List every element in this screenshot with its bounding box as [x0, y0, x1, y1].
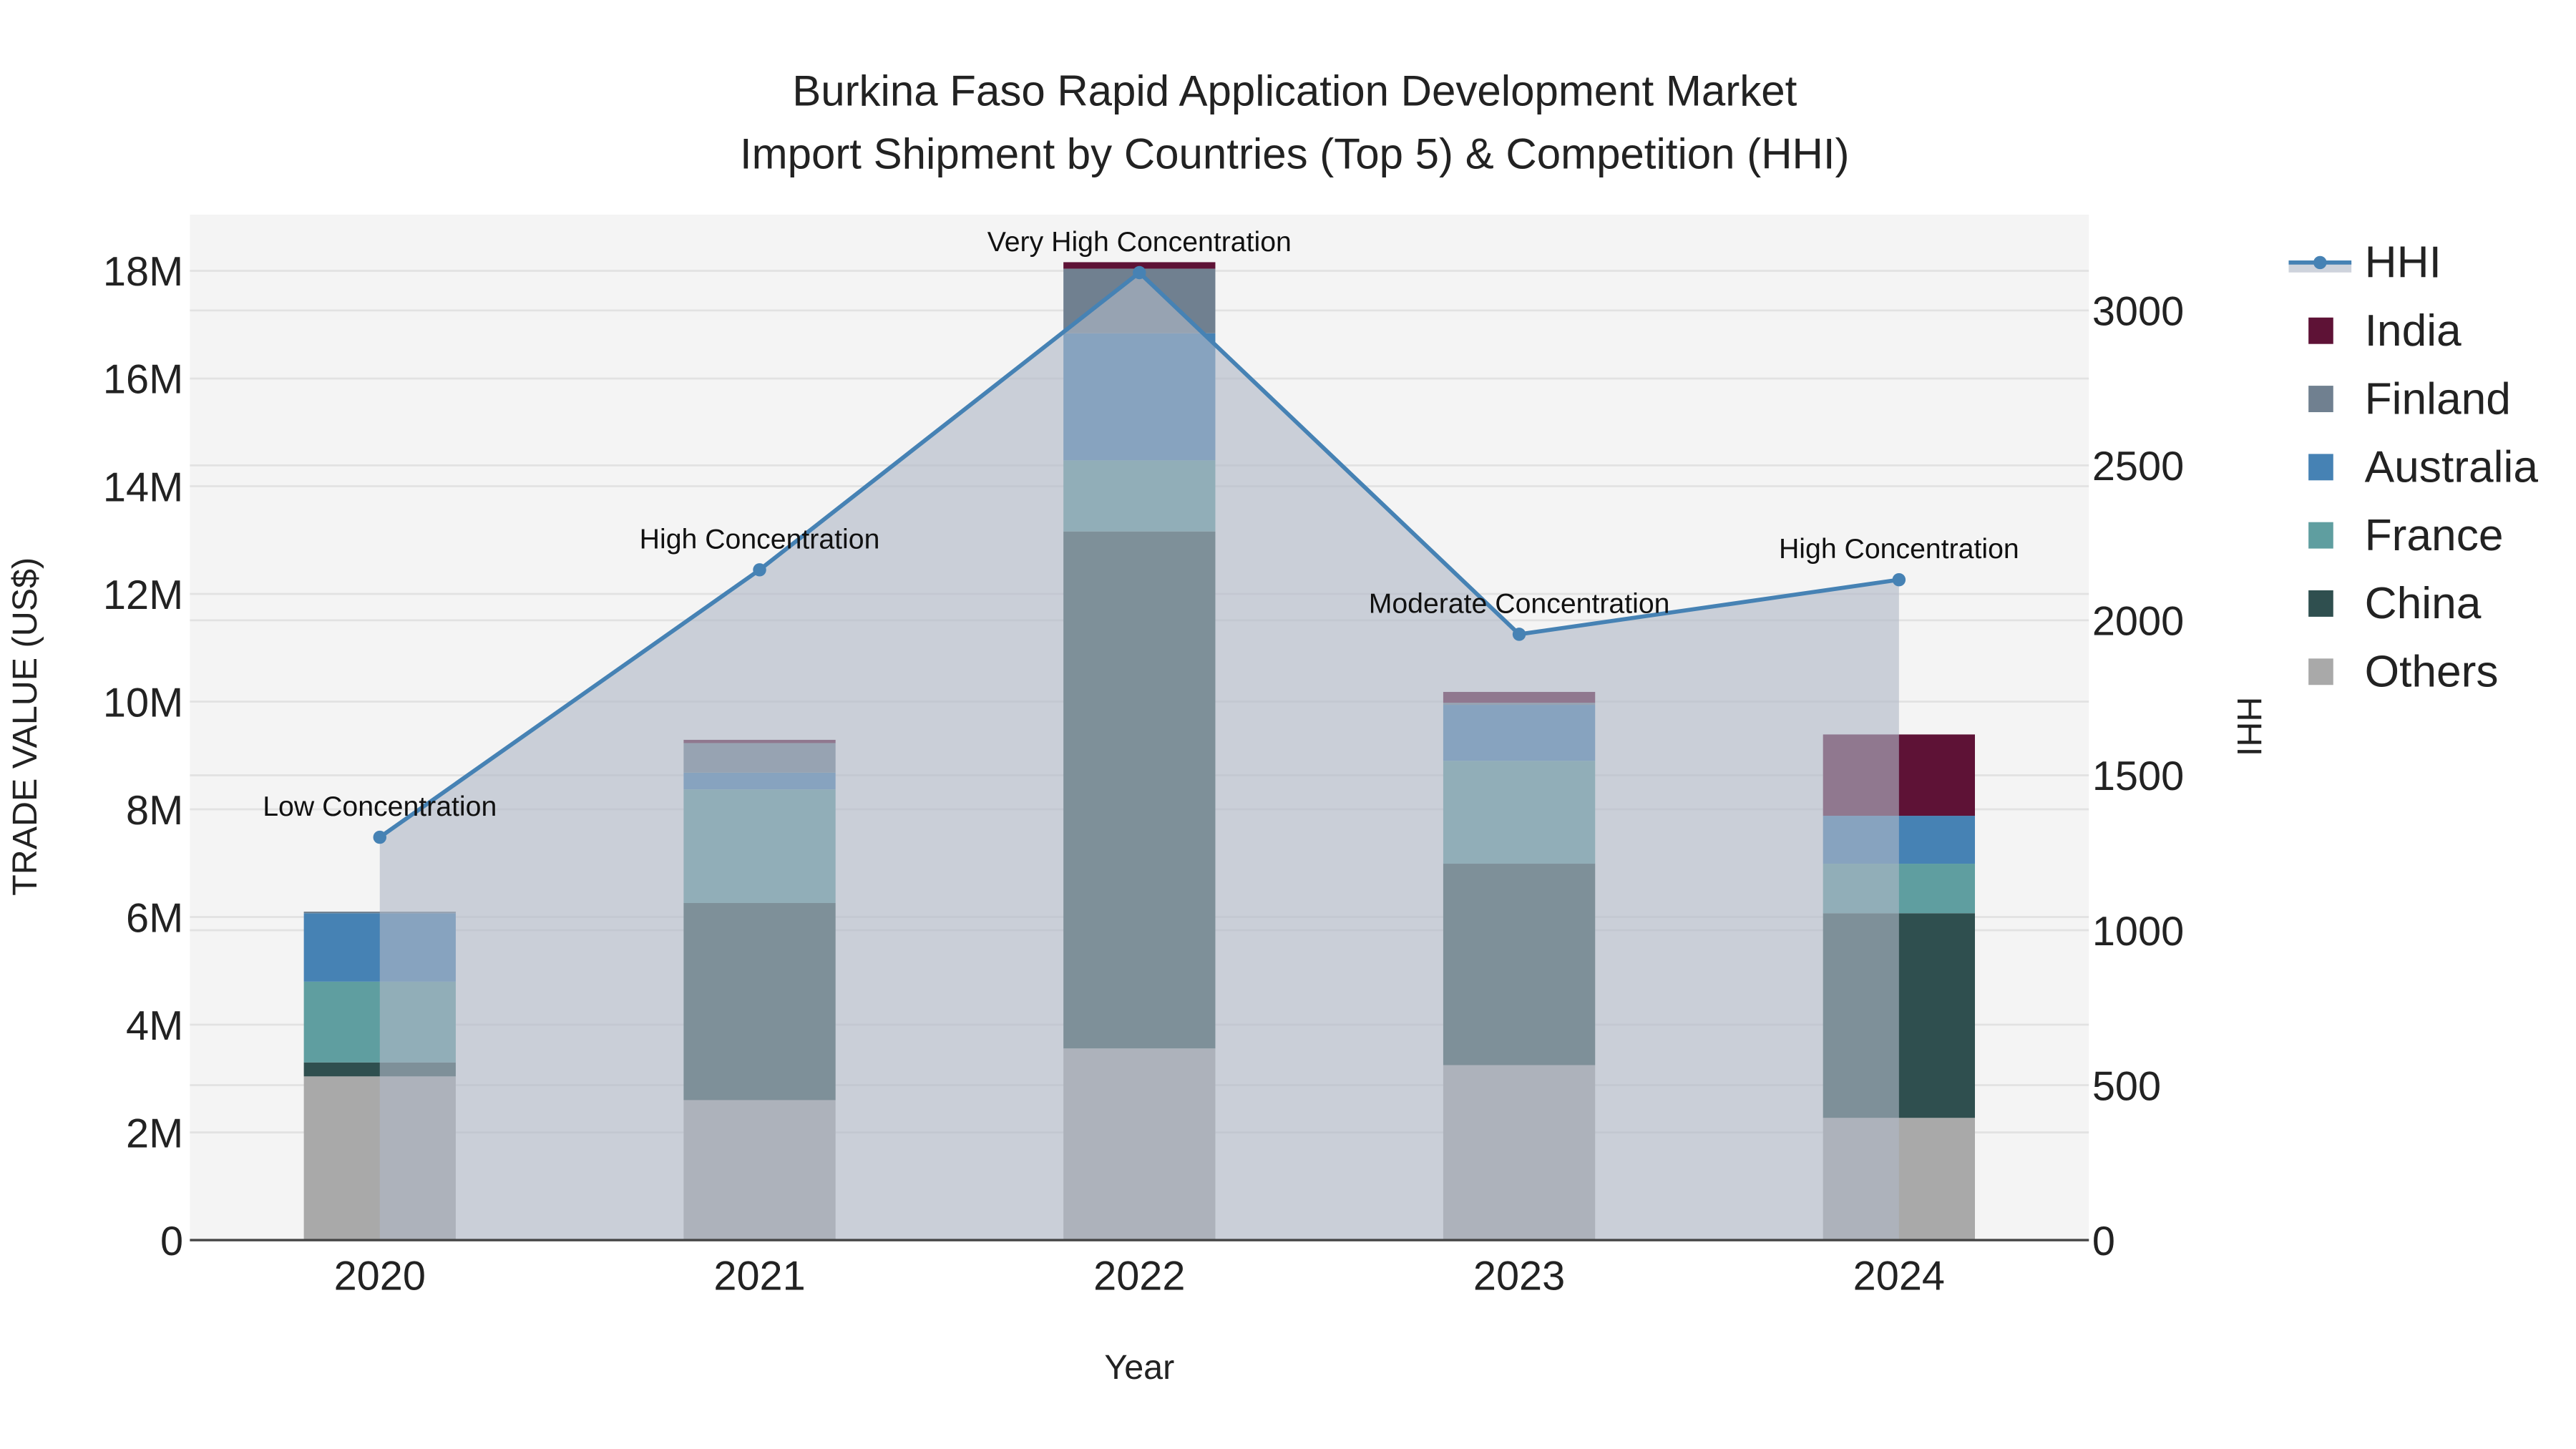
y2-tick-label: 1500	[2092, 753, 2184, 799]
legend-swatch-china	[2308, 590, 2333, 617]
y2-tick-label: 3000	[2092, 289, 2184, 335]
x-tick-label: 2024	[1853, 1253, 1945, 1299]
x-axis-label: Year	[1104, 1348, 1174, 1387]
y-tick-label: 6M	[126, 895, 183, 941]
legend-swatch-france	[2308, 522, 2333, 549]
legend-swatch-india	[2308, 317, 2333, 344]
hhi-point-2024[interactable]	[1892, 572, 1906, 587]
x-tick-label: 2020	[334, 1253, 426, 1299]
y2-tick-label: 500	[2092, 1063, 2161, 1109]
hhi-annotation: Low Concentration	[263, 791, 497, 822]
legend-item-india[interactable]: India	[2365, 306, 2462, 356]
hhi-annotation: High Concentration	[1779, 533, 2019, 565]
hhi-annotation: Moderate Concentration	[1369, 587, 1670, 619]
chart: Low Concentration High Concentration Very …	[6, 67, 2539, 1387]
y-tick-label: 14M	[103, 464, 183, 510]
legend-item-australia[interactable]: Australia	[2365, 443, 2539, 492]
y-tick-label: 12M	[103, 572, 183, 618]
y2-tick-label: 2500	[2092, 444, 2184, 489]
x-tick-label: 2021	[713, 1253, 805, 1299]
x-tick-label: 2023	[1473, 1253, 1565, 1299]
hhi-point-2023[interactable]	[1512, 628, 1526, 641]
y2-tick-label: 2000	[2092, 599, 2184, 645]
legend-item-china[interactable]: China	[2365, 579, 2482, 628]
legend-swatch-australia	[2308, 454, 2333, 481]
legend-hhi-marker	[2313, 255, 2327, 270]
y-tick-label: 10M	[103, 680, 183, 726]
hhi-point-2020[interactable]	[373, 830, 386, 844]
chart-title-line2: Import Shipment by Countries (Top 5) & C…	[740, 130, 1850, 177]
y-tick-label: 16M	[103, 357, 183, 403]
y-tick-label: 2M	[126, 1111, 183, 1156]
hhi-point-2021[interactable]	[753, 563, 766, 577]
y-tick-label: 8M	[126, 788, 183, 834]
y2-tick-label: 0	[2092, 1219, 2115, 1264]
hhi-annotation: High Concentration	[640, 523, 880, 555]
y2-axis-label: HHI	[2230, 697, 2268, 756]
legend: HHI India Finland Australia France China Other…	[2288, 238, 2538, 697]
y-tick-label: 0	[160, 1219, 183, 1264]
legend-item-others[interactable]: Others	[2365, 648, 2499, 697]
legend-swatch-others	[2308, 658, 2333, 686]
legend-item-hhi[interactable]: HHI	[2365, 238, 2441, 288]
chart-title-line1: Burkina Faso Rapid Application Developme…	[792, 67, 1797, 115]
y2-tick-label: 1000	[2092, 909, 2184, 955]
legend-item-finland[interactable]: Finland	[2365, 374, 2511, 424]
y-tick-label: 18M	[103, 249, 183, 295]
hhi-point-2022[interactable]	[1133, 265, 1146, 280]
y-axis-label: TRADE VALUE (US$)	[6, 557, 44, 896]
legend-item-france[interactable]: France	[2365, 511, 2504, 560]
x-tick-label: 2022	[1093, 1253, 1185, 1299]
legend-swatch-finland	[2308, 386, 2333, 412]
y-tick-label: 4M	[126, 1003, 183, 1049]
hhi-annotation: Very High Concentration	[987, 226, 1292, 258]
